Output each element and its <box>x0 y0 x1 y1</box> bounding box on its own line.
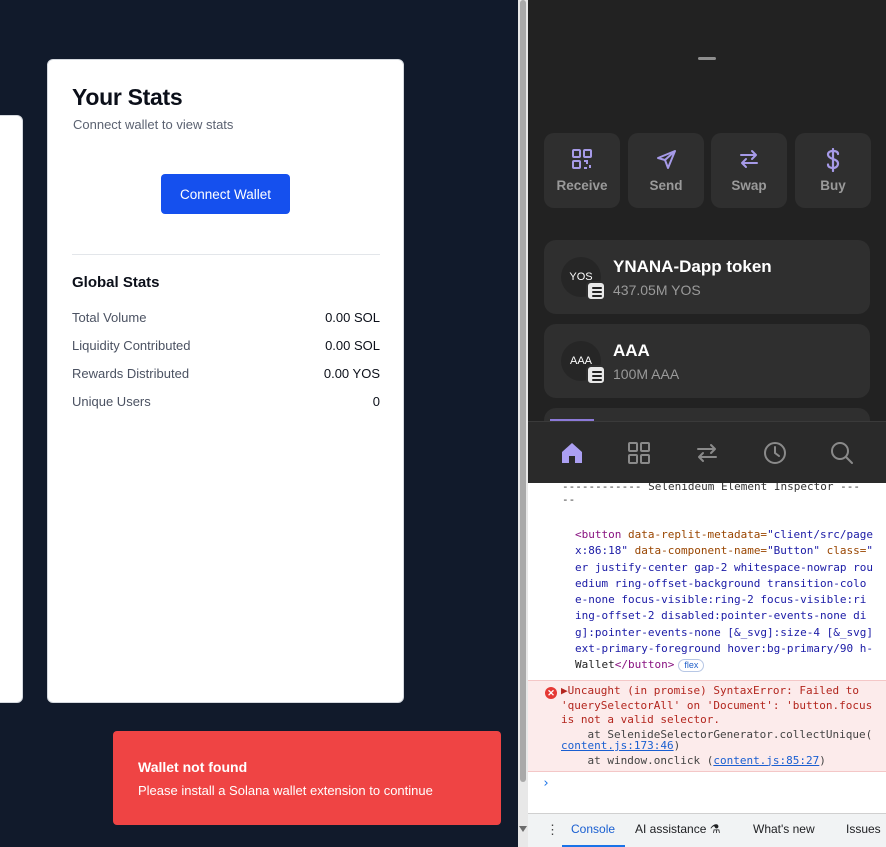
code-tag: <button <box>575 528 622 541</box>
stats-title: Your Stats <box>72 84 183 110</box>
nav-search[interactable] <box>829 440 855 466</box>
error-icon: ✕ <box>545 687 557 699</box>
stat-label: Rewards Distributed <box>72 366 190 381</box>
nav-history[interactable] <box>762 440 788 466</box>
code-line: g]:pointer-events-none [&_svg]:size-4 [&… <box>575 625 874 639</box>
stat-row-liquidity: Liquidity Contributed 0.00 SOL <box>72 338 380 353</box>
code-value: " <box>866 544 874 558</box>
solana-chain-icon <box>586 365 606 385</box>
code-line: ext-primary-foreground hover:bg-primary/… <box>575 642 874 656</box>
nav-swap[interactable] <box>694 440 720 466</box>
scrollbar-thumb[interactable] <box>520 0 526 782</box>
stat-value: 0.00 YOS <box>323 366 380 381</box>
code-attr: data-replit-metadata= <box>621 528 768 541</box>
token-name: AAA <box>613 341 650 360</box>
drag-handle[interactable] <box>698 57 716 60</box>
code-line: edium ring-offset-background transition-… <box>575 576 867 590</box>
send-button[interactable]: Send <box>628 133 704 208</box>
stat-value: 0.00 SOL <box>325 338 380 353</box>
apps-grid-icon <box>628 442 650 464</box>
token-amount: 437.05M YOS <box>613 282 701 298</box>
global-stats-title: Global Stats <box>72 274 160 291</box>
error-text: ▶Uncaught (in promise) SyntaxError: Fail… <box>561 684 872 742</box>
buy-label: Buy <box>820 178 846 193</box>
element-code-block[interactable]: <button data-replit-metadata="client/src… <box>575 527 873 674</box>
console-error-message: ✕ ▶Uncaught (in promise) SyntaxError: Fa… <box>528 680 886 772</box>
send-label: Send <box>649 178 683 193</box>
stats-subtitle: Connect wallet to view stats <box>73 117 234 132</box>
code-line: er justify-center gap-2 whitespace-nowra… <box>575 560 874 574</box>
toast-title: Wallet not found <box>138 759 248 775</box>
stat-label: Total Volume <box>72 310 147 325</box>
error-line: is not a valid selector. <box>561 713 720 726</box>
receive-button[interactable]: Receive <box>544 133 620 208</box>
your-stats-card: Your Stats Connect wallet to view stats … <box>47 59 404 703</box>
token-name: YNANA-Dapp token <box>613 257 772 276</box>
stack-suffix: ) <box>673 739 681 752</box>
search-icon <box>831 442 853 464</box>
app-area: Your Stats Connect wallet to view stats … <box>0 0 518 847</box>
nav-home[interactable] <box>559 440 585 466</box>
left-card-partial <box>0 115 23 703</box>
tab-whats-new[interactable]: What's new <box>753 822 815 836</box>
error-line: 'querySelectorAll' on 'Document': 'butto… <box>561 698 873 712</box>
buy-button[interactable]: Buy <box>795 133 871 208</box>
tab-console[interactable]: Console <box>571 822 615 836</box>
history-clock-icon <box>764 442 786 464</box>
swap-arrows-icon <box>697 444 717 462</box>
code-value: x:86:18" <box>575 544 628 558</box>
send-icon <box>657 150 676 169</box>
code-tag: </button> <box>614 658 675 672</box>
tab-issues[interactable]: Issues <box>846 822 881 836</box>
stat-row-unique-users: Unique Users 0 <box>72 394 380 409</box>
code-value: "Button" <box>767 544 821 558</box>
divider <box>72 254 380 255</box>
solana-chain-icon <box>586 281 606 301</box>
console-prompt[interactable]: › <box>542 776 550 791</box>
devtools-drawer-tabs: ⋮ Console AI assistance ⚗ What's new Iss… <box>528 813 886 847</box>
home-icon <box>562 443 582 463</box>
page-scrollbar[interactable] <box>518 0 528 847</box>
swap-label: Swap <box>731 178 767 193</box>
stat-value: 0 <box>372 394 380 409</box>
code-value: "client/src/page <box>767 528 874 541</box>
token-row-aaa[interactable]: AAA AAA 100M AAA <box>544 324 870 398</box>
stack-suffix: ) <box>819 753 826 767</box>
qr-code-icon <box>572 149 592 169</box>
stat-row-total-volume: Total Volume 0.00 SOL <box>72 310 380 325</box>
stat-label: Liquidity Contributed <box>72 338 191 353</box>
source-link[interactable]: content.js:173:46 <box>561 739 674 752</box>
nav-apps[interactable] <box>626 440 652 466</box>
wallet-not-found-toast[interactable]: Wallet not found Please install a Solana… <box>113 731 501 825</box>
dollar-icon <box>826 148 840 172</box>
scroll-down-arrow-icon[interactable] <box>519 826 527 832</box>
inspector-header: ------------ Selenideum Element Inspecto… <box>562 483 861 506</box>
error-line[interactable]: ▶Uncaught (in promise) SyntaxError: Fail… <box>561 684 859 697</box>
stack-line: at window.onclick ( <box>561 753 714 767</box>
token-amount: 100M AAA <box>613 366 680 382</box>
code-attr: class= <box>820 544 867 558</box>
code-line: ing-offset-2 disabled:pointer-events-non… <box>575 609 867 623</box>
wallet-popup: Receive Send Swap Buy YOS YNANA-Dapp tok… <box>528 0 886 483</box>
stat-label: Unique Users <box>72 394 151 409</box>
stack-trace: content.js:173:46) at window.onclick (co… <box>528 739 826 768</box>
stat-row-rewards: Rewards Distributed 0.00 YOS <box>72 366 380 381</box>
receive-label: Receive <box>556 178 608 193</box>
code-text: Wallet <box>575 658 615 672</box>
code-line: e-none focus-visible:ring-2 focus-visibl… <box>575 593 867 607</box>
swap-icon <box>740 150 758 168</box>
wallet-bottom-nav <box>528 421 886 483</box>
token-row-yos[interactable]: YOS YNANA-Dapp token 437.05M YOS <box>544 240 870 314</box>
connect-wallet-button[interactable]: Connect Wallet <box>161 174 290 214</box>
swap-button[interactable]: Swap <box>711 133 787 208</box>
tab-ai-assistance[interactable]: AI assistance ⚗ <box>635 822 720 836</box>
code-attr: data-component-name= <box>627 544 768 558</box>
devtools-console-panel: ------------ Selenideum Element Inspecto… <box>528 483 886 847</box>
more-options-icon[interactable]: ⋮ <box>546 822 559 838</box>
stat-value: 0.00 SOL <box>325 310 380 325</box>
flex-badge[interactable]: flex <box>678 658 705 672</box>
toast-message: Please install a Solana wallet extension… <box>138 783 433 798</box>
source-link[interactable]: content.js:85:27 <box>713 754 819 767</box>
